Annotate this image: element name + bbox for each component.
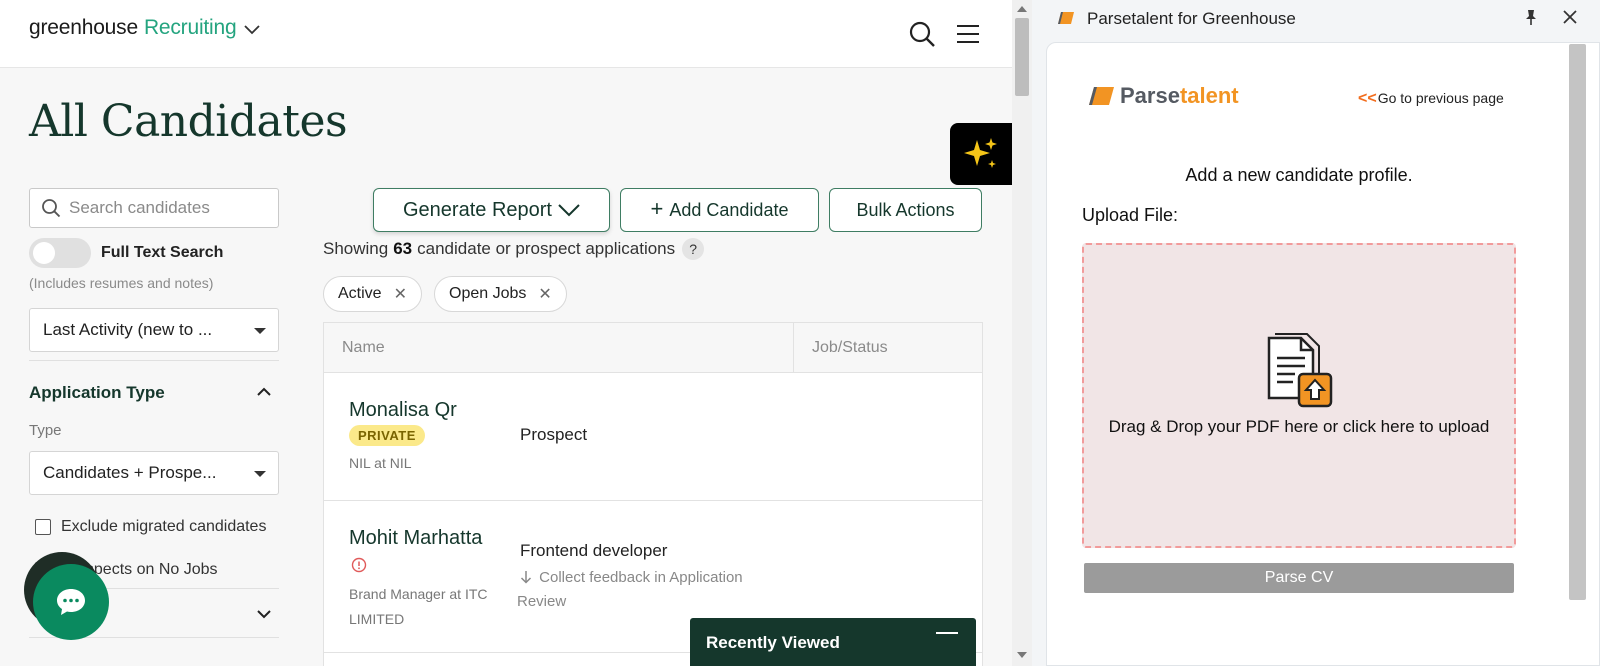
chevron-down-icon[interactable] bbox=[256, 606, 272, 622]
product-name: Recruiting bbox=[143, 16, 237, 39]
go-back-label: Go to previous page bbox=[1377, 90, 1504, 106]
showing-suffix: candidate or prospect applications bbox=[417, 239, 676, 258]
page-title: All Candidates bbox=[29, 96, 348, 147]
dropdown-arrow-icon bbox=[254, 471, 266, 477]
generate-report-label: Generate Report bbox=[403, 198, 552, 221]
candidate-title: Brand Manager at ITC LIMITED bbox=[349, 586, 488, 627]
extension-scrollbar[interactable] bbox=[1569, 44, 1586, 600]
filter-chip-label: Active bbox=[338, 285, 382, 302]
pdf-dropzone[interactable]: Drag & Drop your PDF here or click here … bbox=[1082, 243, 1516, 548]
application-type-value: Candidates + Prospe... bbox=[43, 463, 217, 482]
search-input[interactable] bbox=[69, 198, 269, 218]
chevron-down-icon bbox=[558, 204, 580, 217]
parsetalent-logo-icon bbox=[1089, 87, 1114, 105]
job-status: Prospect bbox=[520, 425, 588, 444]
parsetalent-favicon bbox=[1058, 12, 1074, 24]
full-text-search-label: Full Text Search bbox=[101, 244, 224, 261]
close-icon[interactable]: ✕ bbox=[394, 284, 407, 304]
divider bbox=[29, 360, 279, 361]
application-stage-text: Collect feedback in Application Review bbox=[517, 569, 743, 610]
exclude-migrated-label: Exclude migrated candidates bbox=[61, 518, 267, 535]
table-row: Monalisa Qr PRIVATE NIL at NIL Prospect bbox=[324, 373, 982, 501]
alert-icon bbox=[351, 557, 367, 573]
candidate-search-field[interactable] bbox=[29, 188, 279, 228]
extension-title: Parsetalent for Greenhouse bbox=[1087, 9, 1296, 28]
column-header-name[interactable]: Name bbox=[342, 339, 385, 357]
type-label: Type bbox=[29, 422, 62, 439]
plus-icon: + bbox=[650, 196, 664, 221]
chat-icon bbox=[57, 589, 85, 615]
chevron-up-icon[interactable] bbox=[256, 384, 272, 400]
column-header-job-status[interactable]: Job/Status bbox=[793, 323, 983, 373]
go-to-previous-page-link[interactable]: <<Go to previous page bbox=[1358, 90, 1504, 108]
parse-cv-button[interactable]: Parse CV bbox=[1084, 563, 1514, 593]
candidate-title: NIL at NIL bbox=[349, 455, 412, 471]
application-type-heading: Application Type bbox=[29, 383, 165, 402]
full-text-search-row: Full Text Search bbox=[29, 238, 223, 268]
filter-chip-active: Active ✕ bbox=[323, 276, 422, 312]
brand-product-switcher[interactable]: greenhouse Recruiting bbox=[29, 16, 261, 40]
hamburger-menu-icon[interactable] bbox=[954, 20, 982, 48]
showing-prefix: Showing bbox=[323, 239, 389, 258]
main-content: All Candidates Full Text Search (Include… bbox=[0, 68, 1012, 666]
search-icon bbox=[42, 199, 61, 218]
table-header: Name Job/Status bbox=[324, 323, 982, 373]
exclude-migrated-row: Exclude migrated candidates bbox=[35, 518, 266, 536]
toggle-knob bbox=[33, 242, 55, 264]
close-icon[interactable] bbox=[1561, 8, 1579, 26]
help-icon[interactable]: ? bbox=[682, 238, 705, 260]
exclude-migrated-checkbox[interactable] bbox=[35, 519, 51, 535]
back-arrows: << bbox=[1358, 90, 1377, 107]
dropzone-text: Drag & Drop your PDF here or click here … bbox=[1108, 417, 1490, 436]
sort-order-select[interactable]: Last Activity (new to ... bbox=[29, 308, 279, 352]
scrollbar-thumb[interactable] bbox=[1015, 18, 1029, 96]
bulk-actions-label: Bulk Actions bbox=[856, 199, 955, 220]
application-stage: Collect feedback in Application Review bbox=[517, 566, 767, 614]
logo-text-part2: talent bbox=[1179, 83, 1239, 108]
logo-text-part1: Parse bbox=[1120, 83, 1180, 108]
extension-header: Parsetalent for Greenhouse bbox=[1032, 0, 1600, 36]
upload-document-icon bbox=[1267, 333, 1333, 408]
sort-order-value: Last Activity (new to ... bbox=[43, 320, 213, 339]
private-badge: PRIVATE bbox=[349, 425, 425, 446]
ai-assistant-button[interactable] bbox=[950, 123, 1012, 185]
application-type-select[interactable]: Candidates + Prospe... bbox=[29, 451, 279, 495]
scroll-up-arrow[interactable] bbox=[1017, 6, 1027, 12]
top-navigation-bar: greenhouse Recruiting bbox=[0, 0, 1012, 68]
upload-file-label: Upload File: bbox=[1082, 205, 1179, 225]
arrow-down-icon bbox=[520, 571, 532, 584]
job-name-link[interactable]: Frontend developer bbox=[520, 541, 667, 561]
add-profile-heading: Add a new candidate profile. bbox=[1185, 165, 1413, 185]
recently-viewed-label: Recently Viewed bbox=[706, 633, 840, 652]
chevron-down-icon bbox=[244, 25, 261, 35]
minimize-icon[interactable] bbox=[936, 632, 958, 634]
add-candidate-label: Add Candidate bbox=[669, 199, 789, 220]
dropdown-arrow-icon bbox=[254, 328, 266, 334]
scroll-down-arrow[interactable] bbox=[1017, 652, 1027, 658]
add-candidate-button[interactable]: + Add Candidate bbox=[620, 188, 819, 232]
search-icon[interactable] bbox=[908, 20, 936, 48]
parsetalent-logo: Parse talent bbox=[1088, 83, 1239, 109]
recently-viewed-panel[interactable]: Recently Viewed bbox=[690, 618, 976, 666]
generate-report-button[interactable]: Generate Report bbox=[373, 188, 610, 232]
filter-chip-label: Open Jobs bbox=[449, 285, 527, 302]
brand-name: greenhouse bbox=[29, 16, 138, 39]
close-icon[interactable]: ✕ bbox=[538, 284, 551, 304]
chat-button[interactable] bbox=[33, 564, 109, 640]
full-text-search-toggle[interactable] bbox=[29, 238, 91, 268]
full-text-search-hint: (Includes resumes and notes) bbox=[29, 275, 214, 291]
pin-icon[interactable] bbox=[1522, 8, 1540, 26]
filter-chip-open-jobs: Open Jobs ✕ bbox=[434, 276, 567, 312]
results-summary: Showing 63 candidate or prospect applica… bbox=[323, 238, 705, 260]
page-scrollbar[interactable] bbox=[1012, 0, 1032, 666]
candidates-table: Name Job/Status Monalisa Qr PRIVATE NIL … bbox=[323, 322, 983, 666]
greenhouse-app: greenhouse Recruiting All Candidates Ful… bbox=[0, 0, 1012, 666]
candidate-name-link[interactable]: Monalisa Qr bbox=[349, 399, 457, 422]
candidate-name-link[interactable]: Mohit Marhatta bbox=[349, 527, 482, 550]
bulk-actions-button[interactable]: Bulk Actions bbox=[829, 188, 982, 232]
results-count: 63 bbox=[393, 239, 413, 258]
sparkle-icon bbox=[964, 138, 997, 168]
